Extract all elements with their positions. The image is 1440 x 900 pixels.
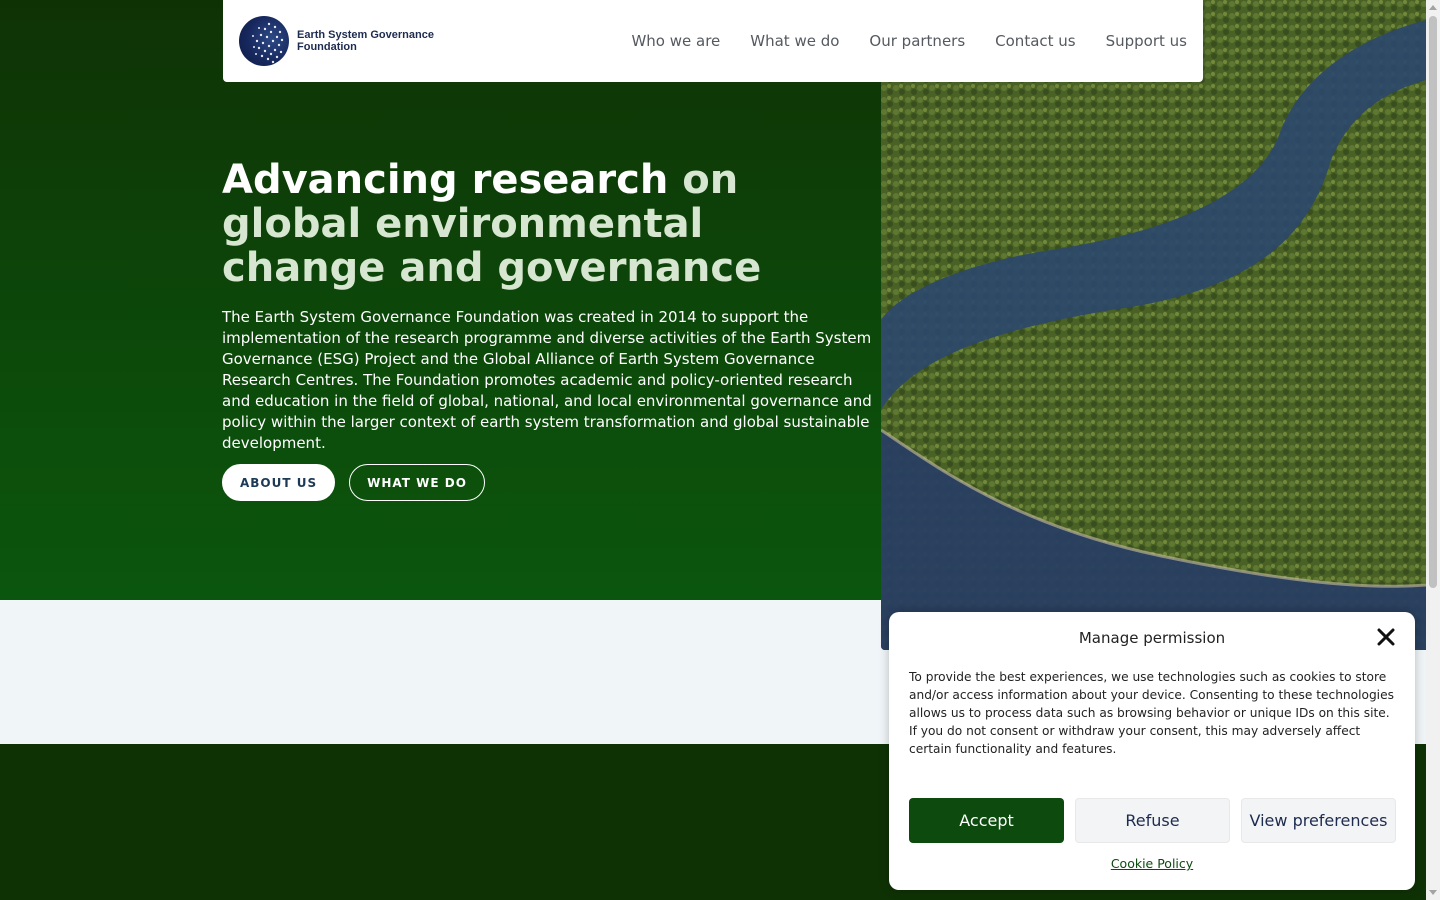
nav-our-partners[interactable]: Our partners <box>869 32 965 50</box>
hero-title: Advancing research on global environment… <box>222 158 862 290</box>
logo-text-line2: Foundation <box>297 41 357 53</box>
logo-text: Earth System Governance Foundation <box>297 29 434 53</box>
cookie-dialog-title: Manage permission <box>1078 629 1226 647</box>
scroll-down-icon[interactable] <box>1429 890 1437 895</box>
close-icon[interactable] <box>1375 626 1397 648</box>
nav-contact-us[interactable]: Contact us <box>995 32 1075 50</box>
accept-button[interactable]: Accept <box>909 798 1064 843</box>
hero-title-bold: Advancing research <box>222 157 669 203</box>
hero-river-forest-image <box>881 0 1426 650</box>
cookie-dialog-text: To provide the best experiences, we use … <box>909 670 1394 756</box>
nav-what-we-do[interactable]: What we do <box>750 32 839 50</box>
nav-who-we-are[interactable]: Who we are <box>631 32 720 50</box>
site-header: Earth System Governance Foundation Who w… <box>223 0 1203 82</box>
logo-text-line1: Earth System Governance <box>297 29 434 41</box>
cookie-buttons: Accept Refuse View preferences <box>909 798 1396 843</box>
site-logo[interactable]: Earth System Governance Foundation <box>239 16 434 66</box>
about-us-button[interactable]: ABOUT US <box>222 464 336 501</box>
scroll-up-icon[interactable] <box>1429 5 1437 10</box>
page-scrollbar[interactable] <box>1426 0 1440 900</box>
cookie-policy-link[interactable]: Cookie Policy <box>889 856 1415 871</box>
globe-logo-icon <box>239 16 289 66</box>
cookie-consent-dialog: Manage permission To provide the best ex… <box>889 612 1415 890</box>
nav-support-us[interactable]: Support us <box>1106 32 1187 50</box>
refuse-button[interactable]: Refuse <box>1075 798 1230 843</box>
hero-description: The Earth System Governance Foundation w… <box>222 308 872 452</box>
view-preferences-button[interactable]: View preferences <box>1241 798 1396 843</box>
scrollbar-thumb[interactable] <box>1429 16 1437 588</box>
hero-buttons: ABOUT US WHAT WE DO <box>222 464 485 501</box>
what-we-do-button[interactable]: WHAT WE DO <box>349 464 485 501</box>
main-nav: Who we are What we do Our partners Conta… <box>631 32 1187 50</box>
